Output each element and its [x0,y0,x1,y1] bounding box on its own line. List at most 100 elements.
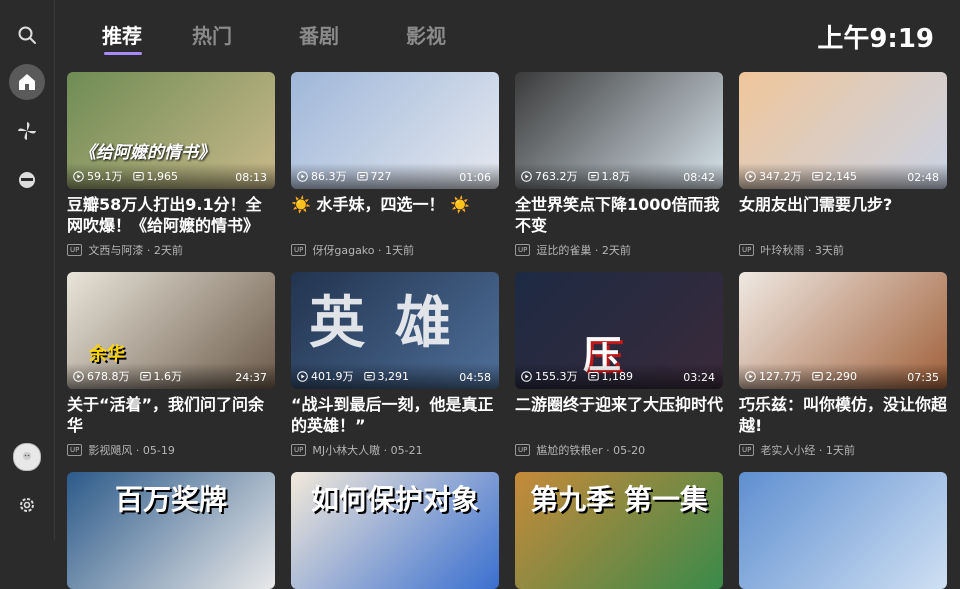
video-title[interactable]: “战斗到最后一刻，他是真正的英雄！” [291,394,499,436]
video-thumbnail[interactable]: 《给阿嬷的情书》 59.1万 1,965 08:13 [67,72,275,189]
view-count: 678.8万 [87,370,130,383]
tab-recommend[interactable]: 推荐 [82,20,164,60]
video-card[interactable]: 347.2万 2,145 02:48 女朋友出门需要几步? UP 叶玲秋雨 · 3天前 [739,72,947,258]
meta-separator: · [815,443,826,457]
video-meta: UP 叶玲秋雨 · 3天前 [739,242,947,258]
view-count: 127.7万 [759,370,802,383]
video-meta: UP 老实人小经 · 1天前 [739,442,947,458]
video-author[interactable]: 伢伢gagako [312,242,374,258]
user-avatar-button[interactable] [9,439,45,475]
video-stats: 401.9万 3,291 [297,368,409,384]
video-duration: 24:37 [235,371,267,384]
video-time: 1天前 [825,444,855,457]
settings-button[interactable] [9,487,45,523]
video-time: 2天前 [153,244,183,257]
meta-separator: · [132,443,143,457]
sidebar-item-bangumi[interactable] [9,162,45,198]
thumbnail-caption: 百万奖牌 [114,483,227,516]
video-duration: 07:35 [907,371,939,384]
up-badge-icon: UP [739,244,755,256]
video-card[interactable]: 第九季 第一集 [515,472,723,589]
video-card[interactable]: 《给阿嬷的情书》 59.1万 1,965 08:13 豆瓣58万人打出9.1分！全网吹爆… [67,72,275,258]
video-author[interactable]: 逗比的雀巢 [536,242,591,258]
comment-count-icon [587,371,599,380]
video-author[interactable]: 老实人小经 [760,442,815,458]
video-duration: 08:42 [683,171,715,184]
video-title[interactable]: ☀️ 水手妹，四选一！ ☀️ [291,194,499,236]
video-thumbnail[interactable]: 763.2万 1.8万 08:42 [515,72,723,189]
tab-hot[interactable]: 热门 [164,20,271,60]
comment-count-icon [811,371,823,380]
video-thumbnail[interactable]: 347.2万 2,145 02:48 [739,72,947,189]
video-time: 1天前 [385,244,415,257]
video-duration: 01:06 [459,171,491,184]
video-stats: 59.1万 1,965 [73,168,178,184]
video-time: 05-20 [613,443,646,457]
video-title[interactable]: 全世界笑点下降1000倍而我不变 [515,194,723,236]
video-card[interactable]: 763.2万 1.8万 08:42 全世界笑点下降1000倍而我不变 UP 逗比的雀巢 ·… [515,72,723,258]
video-thumbnail[interactable] [739,472,947,589]
up-badge-icon: UP [515,444,531,456]
video-card[interactable]: 余华 678.8万 1.6万 24:37 关于“活着”，我们问了问余华 UP 影视飓风 · … [67,272,275,458]
top-tabs: 推荐 热门 番剧 影视 [82,20,485,60]
video-author[interactable]: MJ小林大人嗷 [312,442,380,458]
video-title[interactable]: 豆瓣58万人打出9.1分！全网吹爆！《给阿嬷的情书》到... [67,194,275,236]
tab-bangumi[interactable]: 番剧 [271,20,378,60]
video-thumbnail[interactable]: 百万奖牌 [67,472,275,589]
video-title[interactable]: 女朋友出门需要几步? [739,194,947,236]
play-count-icon [297,370,308,382]
video-author[interactable]: 尴尬的铁根er [536,442,602,458]
video-author[interactable]: 文西与阿漆 [88,242,143,258]
comment-count-icon [587,171,599,180]
sidebar-item-home[interactable] [9,64,45,100]
comment-count: 3,291 [377,369,410,383]
tab-label: 番剧 [299,24,339,48]
video-title[interactable]: 巧乐兹：叫你模仿，没让你超越! [739,394,947,436]
meta-separator: · [602,443,614,457]
video-meta: UP 伢伢gagako · 1天前 [291,242,499,258]
sidebar-item-trending[interactable] [9,113,45,149]
tab-movies[interactable]: 影视 [378,20,485,60]
video-thumbnail[interactable]: 压 抑155.3万1,18903:24 [515,272,723,389]
video-card[interactable]: 86.3万 727 01:06 ☀️ 水手妹，四选一！ ☀️ UP 伢伢gagako · … [291,72,499,258]
video-author[interactable]: 影视飓风 [88,442,132,458]
video-card[interactable]: 压 抑155.3万1,18903:24 二游圈终于迎来了大压抑时代 UP 尴尬的铁根e… [515,272,723,458]
video-time: 05-21 [390,443,423,457]
video-card[interactable]: 百万奖牌 [67,472,275,589]
video-author[interactable]: 叶玲秋雨 [760,242,804,258]
video-thumbnail[interactable]: 86.3万 727 01:06 [291,72,499,189]
video-stats: 347.2万 2,145 [745,168,857,184]
comment-count: 1.6万 [153,370,183,383]
video-card[interactable]: 127.7万 2,290 07:35 巧乐兹：叫你模仿，没让你超越! UP 老实人小经 ·… [739,272,947,458]
video-time: 05-19 [142,443,175,457]
video-card[interactable]: 如何保护对象 [291,472,499,589]
video-duration: 04:58 [459,371,491,384]
thumbnail-caption: 如何保护对象 [310,483,479,516]
video-title[interactable]: 关于“活着”，我们问了问余华 [67,394,275,436]
home-icon [19,74,35,90]
comment-count-icon [132,171,144,180]
video-meta: UP 文西与阿漆 · 2天前 [67,242,275,258]
view-count: 763.2万 [535,170,578,183]
up-badge-icon: UP [291,444,307,456]
thumbnail-caption: 《给阿嬷的情书》 [79,143,215,163]
video-title[interactable]: 二游圈终于迎来了大压抑时代 [515,394,723,436]
video-thumbnail[interactable]: 英雄 401.9万 3,291 04:58 [291,272,499,389]
video-card[interactable]: 英雄 401.9万 3,291 04:58 “战斗到最后一刻，他是真正的英雄！” UP MJ… [291,272,499,458]
video-thumbnail[interactable]: 127.7万 2,290 07:35 [739,272,947,389]
meta-separator: · [143,243,154,257]
avatar [13,443,41,471]
search-button[interactable] [9,17,45,53]
video-card[interactable] [739,472,947,589]
comment-count-icon [363,371,375,380]
video-thumbnail[interactable]: 余华 678.8万 1.6万 24:37 [67,272,275,389]
meta-separator: · [804,243,815,257]
video-meta: UP 尴尬的铁根er · 05-20 [515,442,723,458]
video-duration: 02:48 [907,171,939,184]
video-stats: 155.3万 1,189 [521,368,633,384]
video-thumbnail[interactable]: 第九季 第一集 [515,472,723,589]
active-tab-underline [104,52,142,55]
view-count: 347.2万 [759,170,802,183]
video-thumbnail[interactable]: 如何保护对象 [291,472,499,589]
tab-label: 影视 [406,24,446,48]
